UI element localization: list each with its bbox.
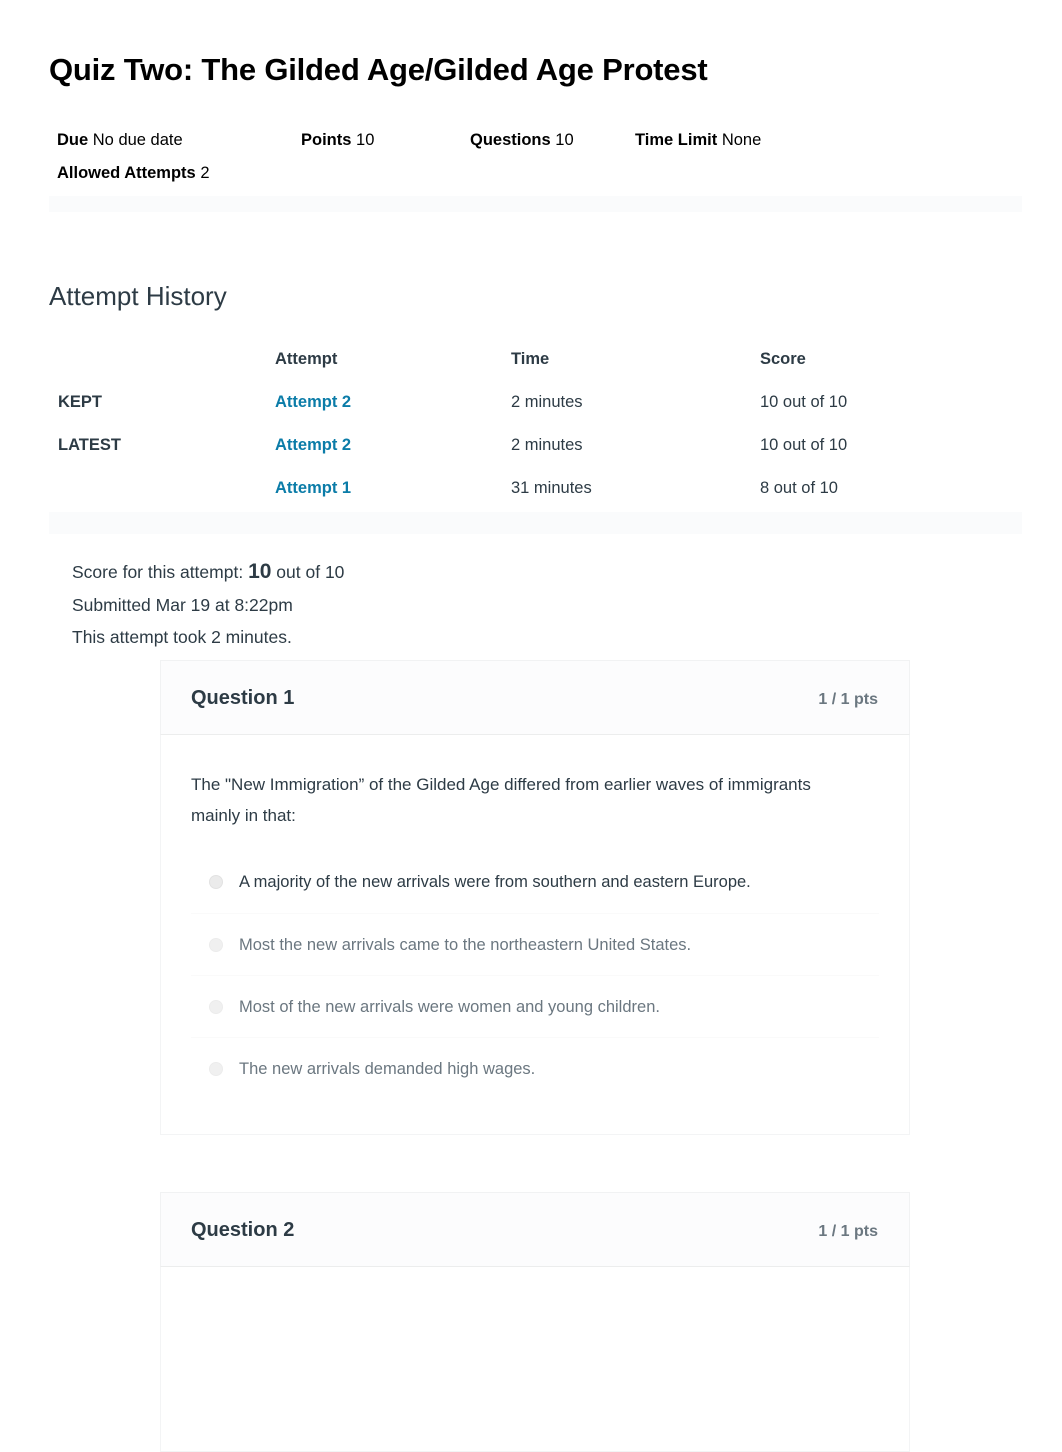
meta-time-limit-value: None: [721, 131, 762, 149]
table-row: Attempt 1 31 minutes 8 out of 10: [49, 467, 1022, 510]
attempt-link-cell: Attempt 2: [275, 424, 511, 467]
column-header-time: Time: [511, 350, 550, 368]
question-2-body: [160, 1267, 910, 1452]
attempt-time: 2 minutes: [511, 393, 583, 411]
attempt-history-heading: Attempt History: [49, 281, 227, 311]
question-1-text: The "New Immigration” of the Gilded Age …: [191, 775, 811, 825]
quiz-metadata-row-1: Due No due date Points 10 Questions 10 Time…: [57, 131, 957, 164]
attempt-flag: LATEST: [58, 436, 121, 454]
table-header-row: Attempt Time Score: [49, 338, 1022, 381]
attempt-time: 2 minutes: [511, 436, 583, 454]
attempt-link[interactable]: Attempt 1: [275, 479, 351, 497]
answer-option-label: Most of the new arrivals were women and …: [239, 997, 660, 1016]
question-1: Question 1 1 / 1 pts The "New Immigratio…: [160, 660, 910, 1135]
question-2-name: Question 2: [191, 1219, 295, 1241]
answer-option[interactable]: Most of the new arrivals were women and …: [191, 975, 879, 1037]
column-header-flag: [49, 338, 275, 381]
question-2-points: 1 / 1 pts: [818, 1223, 878, 1240]
meta-allowed-attempts-value: 2: [200, 164, 210, 182]
column-header-score: Score: [760, 350, 806, 368]
meta-questions-label: Questions: [470, 131, 551, 149]
score-prefix: Score for this attempt:: [72, 562, 244, 582]
answer-option[interactable]: A majority of the new arrivals were from…: [191, 851, 879, 913]
attempt-link-cell: Attempt 2: [275, 381, 511, 424]
meta-due-value: No due date: [92, 131, 183, 149]
attempt-time: 31 minutes: [511, 479, 592, 497]
quiz-results-page: Quiz Two: The Gilded Age/Gilded Age Prot…: [0, 0, 1062, 1452]
attempt-flag: KEPT: [58, 393, 103, 411]
question-2-header: Question 2 1 / 1 pts: [160, 1192, 910, 1267]
attempt-score: 10 out of 10: [760, 393, 848, 411]
question-2: Question 2 1 / 1 pts: [160, 1192, 910, 1452]
attempt-history-table: Attempt Time Score KEPT Attempt 2 2 minu…: [49, 338, 1022, 510]
answer-option-label: A majority of the new arrivals were from…: [239, 873, 751, 891]
attempt-link-cell: Attempt 1: [275, 467, 511, 510]
answer-option[interactable]: Most the new arrivals came to the northe…: [191, 913, 879, 975]
radio-button-icon[interactable]: [209, 999, 223, 1014]
meta-questions: Questions 10: [470, 131, 635, 150]
meta-time-limit: Time Limit None: [635, 131, 761, 150]
question-1-points: 1 / 1 pts: [818, 691, 878, 708]
score-for-attempt-line: Score for this attempt: 10 out of 10: [72, 556, 832, 589]
table-row: KEPT Attempt 2 2 minutes 10 out of 10: [49, 381, 1022, 424]
attempt-history-tbody: KEPT Attempt 2 2 minutes 10 out of 10 LA…: [49, 381, 1022, 510]
attempt-flag: [49, 467, 275, 510]
meta-allowed-attempts: Allowed Attempts 2: [57, 164, 210, 183]
attempt-link[interactable]: Attempt 2: [275, 436, 351, 454]
table-row: LATEST Attempt 2 2 minutes 10 out of 10: [49, 424, 1022, 467]
meta-time-limit-label: Time Limit: [635, 131, 718, 149]
meta-allowed-attempts-label: Allowed Attempts: [57, 164, 196, 182]
meta-points: Points 10: [301, 131, 470, 150]
attempt-link[interactable]: Attempt 2: [275, 393, 351, 411]
question-1-header: Question 1 1 / 1 pts: [160, 660, 910, 735]
score-summary: Score for this attempt: 10 out of 10 Sub…: [72, 556, 832, 654]
meta-points-label: Points: [301, 131, 352, 149]
submitted-line: Submitted Mar 19 at 8:22pm: [72, 594, 293, 615]
meta-due-label: Due: [57, 131, 89, 149]
score-value: 10: [248, 560, 272, 583]
attempt-history-thead: Attempt Time Score: [49, 338, 1022, 381]
attempt-history-separator-band: [49, 512, 1022, 534]
answer-option-label: The new arrivals demanded high wages.: [239, 1059, 536, 1078]
radio-button-icon[interactable]: [209, 875, 223, 889]
question-1-answers: A majority of the new arrivals were from…: [191, 851, 879, 1099]
meta-due: Due No due date: [57, 131, 301, 150]
attempt-score: 8 out of 10: [760, 479, 838, 497]
quiz-metadata: Due No due date Points 10 Questions 10 Time…: [57, 131, 957, 197]
answer-option-label: Most the new arrivals came to the northe…: [239, 935, 692, 954]
question-1-body: The "New Immigration” of the Gilded Age …: [160, 735, 910, 1135]
meta-points-value: 10: [356, 131, 375, 149]
meta-questions-value: 10: [555, 131, 574, 149]
radio-button-icon[interactable]: [209, 1061, 223, 1076]
attempt-score: 10 out of 10: [760, 436, 848, 454]
answer-option[interactable]: The new arrivals demanded high wages.: [191, 1037, 879, 1099]
page-title: Quiz Two: The Gilded Age/Gilded Age Prot…: [49, 52, 708, 87]
header-separator-band: [49, 196, 1022, 212]
column-header-attempt: Attempt: [275, 350, 338, 368]
score-suffix: out of 10: [276, 562, 345, 582]
quiz-metadata-row-2: Allowed Attempts 2: [57, 164, 957, 197]
radio-button-icon[interactable]: [209, 937, 223, 952]
question-1-name: Question 1: [191, 687, 295, 709]
attempt-duration-line: This attempt took 2 minutes.: [72, 627, 292, 647]
